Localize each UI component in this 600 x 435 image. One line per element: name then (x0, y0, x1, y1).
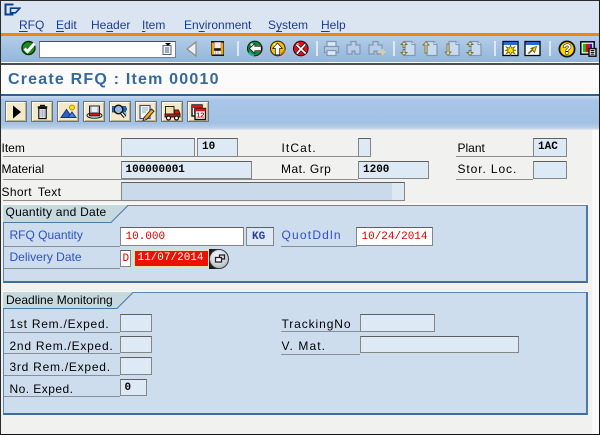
svg-text:?: ? (563, 42, 572, 58)
svg-text:12: 12 (196, 110, 204, 119)
